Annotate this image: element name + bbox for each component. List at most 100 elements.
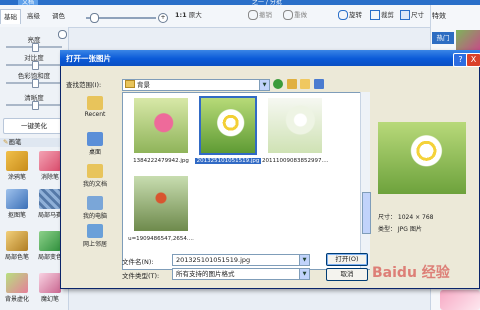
filename-label: 文件名(N):: [122, 258, 154, 266]
rotate-button[interactable]: 旋转: [338, 10, 362, 20]
filename-value: 201325101051519.jpg: [176, 256, 251, 264]
file-name: u=1909486547,2654....: [128, 236, 194, 242]
place-desktop[interactable]: 桌面: [72, 132, 118, 156]
my-computer-icon: [87, 196, 103, 210]
tool-label: 背景虚化: [4, 296, 29, 303]
tool-doodle-pen[interactable]: 涂鸦笔: [1, 150, 33, 184]
background-blur-icon: [6, 273, 28, 293]
dialog-titlebar: 打开一张图片: [60, 50, 480, 66]
slider-knob[interactable]: [32, 61, 39, 70]
place-label: Recent: [84, 111, 106, 118]
crop-icon: [370, 10, 380, 20]
tool-label: 抠图笔: [7, 212, 26, 219]
file-name: 20132510105151​9.jpg: [195, 158, 261, 164]
tool-label: 涂鸦笔: [7, 174, 26, 181]
preview-image: [378, 122, 466, 194]
mosaic-icon: [39, 189, 61, 209]
up-folder-icon[interactable]: [287, 79, 297, 89]
scrollbar-thumb[interactable]: [362, 192, 371, 234]
eraser-pen-icon: [39, 151, 61, 171]
places-bar: Recent 桌面 我的文档 我的电脑 网上邻居: [72, 92, 118, 254]
zoom-in-icon[interactable]: +: [158, 13, 168, 23]
recolor-icon: [39, 231, 61, 251]
size-button[interactable]: 尺寸: [400, 10, 424, 20]
file-thumbnail: [134, 176, 188, 231]
preview-pane: 尺寸： 1024 × 768 类型： JPG 图片: [372, 92, 474, 254]
network-icon: [87, 224, 103, 238]
crop-button[interactable]: 裁剪: [370, 10, 394, 20]
preview-size: 尺寸： 1024 × 768: [378, 214, 434, 221]
preview-type: 类型： JPG 图片: [378, 226, 422, 233]
rotate-icon: [338, 10, 348, 20]
folder-icon: [125, 80, 135, 88]
undo-icon: [248, 10, 258, 20]
cutout-pen-icon: [6, 189, 28, 209]
tool-label: 局部色笔: [4, 254, 29, 261]
filename-input[interactable]: 201325101051519.jpg ▼: [172, 254, 310, 266]
file-thumbnail: [268, 98, 322, 153]
hot-effects-tab[interactable]: 热门: [432, 32, 454, 44]
place-label: 桌面: [88, 149, 101, 156]
place-my-computer[interactable]: 我的电脑: [72, 196, 118, 220]
effects-title: 特效: [432, 12, 446, 20]
place-label: 我的电脑: [82, 213, 107, 220]
chevron-down-icon[interactable]: ▼: [299, 255, 309, 265]
ratio-button[interactable]: 1:1 原大: [175, 10, 202, 20]
redo-icon: [283, 10, 293, 20]
look-in-combo[interactable]: 背景 ▼: [122, 79, 270, 91]
file-item-selected[interactable]: 20132510105151​9.jpg: [195, 96, 261, 168]
redo-button[interactable]: 重做: [283, 10, 307, 20]
file-thumbnail: [134, 98, 188, 153]
my-documents-icon: [87, 164, 103, 178]
place-recent[interactable]: Recent: [72, 96, 118, 118]
file-item[interactable]: 20111009083852997....: [262, 98, 328, 168]
chevron-down-icon[interactable]: ▼: [259, 80, 269, 90]
back-icon[interactable]: [273, 79, 283, 89]
magic-pen-icon: [39, 273, 61, 293]
tool-cutout-pen[interactable]: 抠图笔: [1, 188, 33, 222]
size-icon: [400, 10, 410, 20]
slider-knob[interactable]: [32, 101, 39, 110]
open-button[interactable]: 打开(O): [326, 253, 368, 266]
tab-basic[interactable]: 基础: [0, 9, 21, 24]
file-list-scrollbar[interactable]: [360, 92, 371, 269]
look-in-label: 查找范围(I):: [66, 81, 102, 89]
file-item[interactable]: 1384222479942.jpg: [128, 98, 194, 168]
chevron-down-icon[interactable]: ▼: [299, 269, 309, 279]
tab-color[interactable]: 调色: [49, 9, 68, 23]
watermark: Baidu 经验: [372, 265, 450, 281]
recent-icon: [87, 96, 103, 110]
file-name: 1384222479942.jpg: [133, 158, 189, 164]
zoom-slider-knob[interactable]: [90, 13, 99, 23]
place-network[interactable]: 网上邻居: [72, 224, 118, 248]
filetype-label: 文件类型(T):: [122, 272, 160, 280]
place-my-documents[interactable]: 我的文档: [72, 164, 118, 188]
left-tabs: 基础 高级 调色: [0, 9, 74, 24]
look-in-value: 背景: [137, 81, 150, 89]
file-thumbnail: [199, 96, 257, 155]
color-pen-icon: [6, 231, 28, 251]
doodle-pen-icon: [6, 151, 28, 171]
slider-knob[interactable]: [32, 79, 39, 88]
desktop-icon: [87, 132, 103, 146]
tool-background-blur[interactable]: 背景虚化: [1, 272, 33, 306]
file-item[interactable]: u=1909486547,2654....: [128, 176, 194, 246]
place-label: 我的文档: [82, 181, 107, 188]
oneclick-beautify-button[interactable]: 一键美化: [3, 118, 65, 134]
new-folder-icon[interactable]: [300, 79, 310, 89]
tool-label: 魔幻笔: [40, 296, 59, 303]
effect-thumbnail[interactable]: [456, 30, 480, 50]
slider-knob[interactable]: [32, 43, 39, 52]
effect-thumbnail[interactable]: [440, 290, 480, 310]
file-name: 20111009083852997....: [262, 158, 328, 164]
tool-local-color-pen[interactable]: 局部色笔: [1, 230, 33, 264]
filetype-select[interactable]: 所有支持的图片格式 ▼: [172, 268, 310, 280]
dialog-title: 打开一张图片: [66, 54, 111, 63]
cancel-button[interactable]: 取消: [326, 268, 368, 281]
undo-button[interactable]: 撤销: [248, 10, 272, 20]
place-label: 网上邻居: [82, 241, 107, 248]
view-menu-icon[interactable]: [314, 79, 324, 89]
close-button[interactable]: X: [466, 53, 480, 67]
tab-advanced[interactable]: 高级: [24, 9, 43, 23]
filetype-value: 所有支持的图片格式: [176, 270, 235, 278]
